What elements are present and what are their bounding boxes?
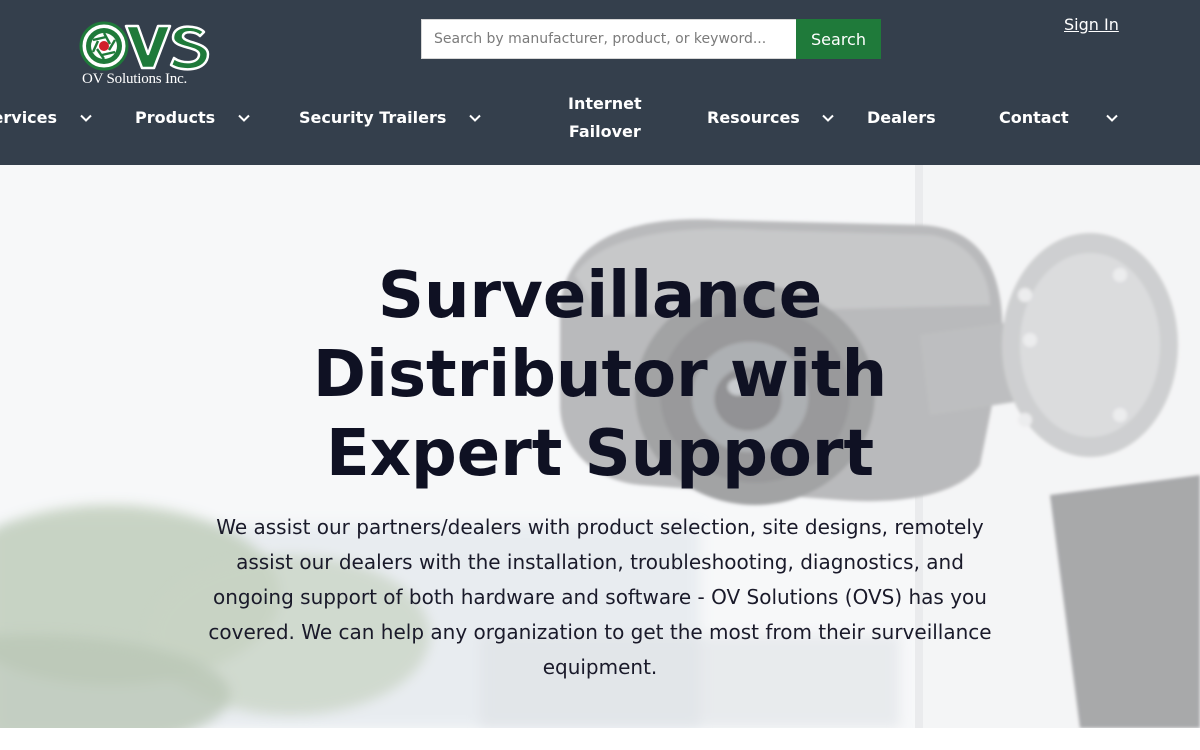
sign-in-link[interactable]: Sign In	[1064, 15, 1119, 34]
nav-item-label: Security Trailers	[299, 108, 447, 127]
hero-title-line: Distributor with	[312, 338, 888, 412]
hero-title: Surveillance Distributor with Expert Sup…	[250, 257, 950, 494]
nav-item-resources[interactable]: Resources	[707, 88, 834, 148]
chevron-down-icon	[238, 114, 250, 122]
page-bottom-strip	[0, 728, 1200, 750]
hero-title-line: Surveillance	[377, 259, 823, 333]
nav-item-label-line1: Internet	[568, 94, 642, 113]
nav-item-internet-failover[interactable]: Internet Failover	[568, 88, 642, 148]
search-bar: Search	[421, 19, 881, 59]
site-header: OV Solutions Inc. Search Sign In Service…	[0, 0, 1200, 165]
logo-company-name: OV Solutions Inc.	[82, 71, 188, 87]
search-button[interactable]: Search	[796, 19, 881, 59]
logo-mark	[79, 21, 210, 71]
nav-item-label: Contact	[999, 108, 1069, 127]
hero-title-line: Expert Support	[325, 417, 875, 491]
nav-item-products[interactable]: Products	[135, 88, 250, 148]
chevron-down-icon	[1105, 114, 1118, 122]
nav-item-label-line2: Failover	[568, 122, 641, 141]
nav-item-label: Resources	[707, 108, 800, 127]
main-nav: Services Products Security Trailers Inte…	[0, 88, 1200, 148]
hero-section: Surveillance Distributor with Expert Sup…	[0, 165, 1200, 728]
nav-item-security-trailers[interactable]: Security Trailers	[299, 88, 482, 148]
chevron-down-icon	[80, 114, 92, 122]
ovs-logo[interactable]: OV Solutions Inc.	[78, 20, 210, 90]
nav-item-services[interactable]: Services	[0, 88, 92, 148]
nav-item-label: Services	[0, 108, 58, 127]
nav-item-label: Internet Failover	[568, 90, 642, 146]
chevron-down-icon	[822, 114, 834, 122]
hero-description: We assist our partners/dealers with prod…	[208, 515, 992, 679]
nav-item-label: Products	[135, 108, 216, 127]
nav-item-contact[interactable]: Contact	[999, 88, 1118, 148]
nav-item-dealers[interactable]: Dealers	[867, 88, 936, 148]
search-input[interactable]	[421, 19, 796, 59]
chevron-down-icon	[469, 114, 482, 122]
nav-item-label: Dealers	[867, 108, 936, 127]
